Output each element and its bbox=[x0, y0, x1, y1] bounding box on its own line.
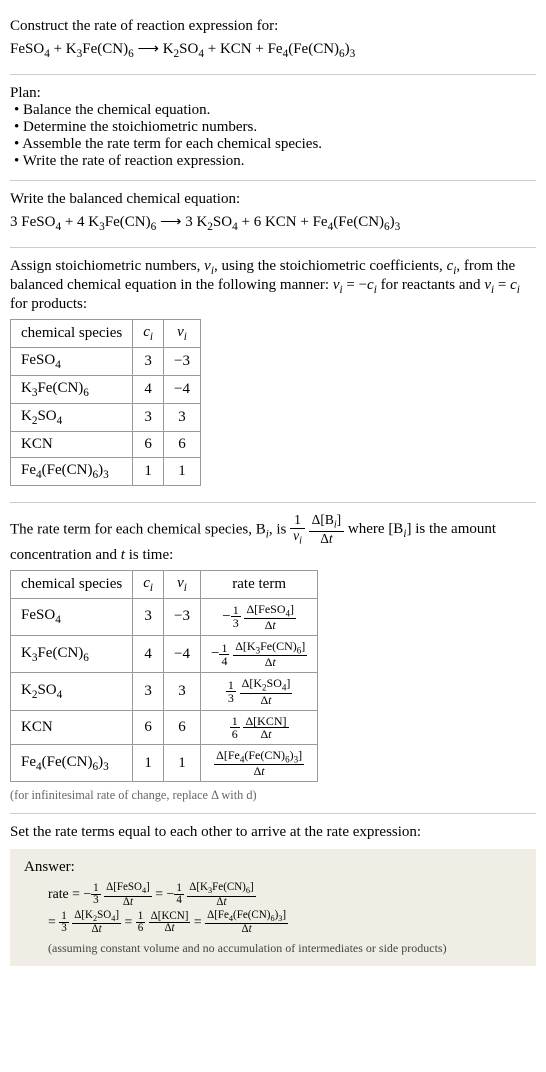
answer-inner: rate = −13 Δ[FeSO4]Δt = −14 Δ[K3Fe(CN)6]… bbox=[24, 882, 522, 956]
table-row: KCN66 bbox=[11, 432, 201, 458]
table-row: KCN6616 Δ[KCN]Δt bbox=[11, 710, 318, 744]
plan-item: Write the rate of reaction expression. bbox=[14, 153, 536, 170]
rateterm-intro: The rate term for each chemical species,… bbox=[10, 513, 536, 564]
table-row: K3Fe(CN)64−4 bbox=[11, 376, 201, 404]
stoich-section: Assign stoichiometric numbers, νi, using… bbox=[10, 248, 536, 503]
plan-item: Balance the chemical equation. bbox=[14, 102, 536, 119]
rateterm-section: The rate term for each chemical species,… bbox=[10, 503, 536, 814]
plan-title: Plan: bbox=[10, 85, 536, 102]
table-header: νi bbox=[164, 570, 201, 598]
table-header: νi bbox=[164, 320, 201, 348]
one-over-nu: 1νi bbox=[290, 513, 305, 547]
table-header: ci bbox=[133, 320, 164, 348]
plan-list: Balance the chemical equation.Determine … bbox=[10, 102, 536, 170]
unbalanced-equation: FeSO4 + K3Fe(CN)6 ⟶ K2SO4 + KCN + Fe4(Fe… bbox=[10, 39, 536, 60]
table-row: FeSO43−3 bbox=[11, 348, 201, 376]
plan-section: Plan: Balance the chemical equation.Dete… bbox=[10, 75, 536, 181]
balanced-section: Write the balanced chemical equation: 3 … bbox=[10, 181, 536, 248]
rateterm-table: chemical speciesciνirate term FeSO43−3−1… bbox=[10, 570, 318, 783]
table-header: rate term bbox=[200, 570, 317, 598]
table-row: K2SO433 bbox=[11, 404, 201, 432]
plan-item: Determine the stoichiometric numbers. bbox=[14, 119, 536, 136]
final-title: Set the rate terms equal to each other t… bbox=[10, 824, 536, 841]
balanced-title: Write the balanced chemical equation: bbox=[10, 191, 536, 208]
stoich-intro: Assign stoichiometric numbers, νi, using… bbox=[10, 258, 536, 313]
table-header: chemical species bbox=[11, 320, 133, 348]
final-section: Set the rate terms equal to each other t… bbox=[10, 814, 536, 966]
table-header: chemical species bbox=[11, 570, 133, 598]
prompt-text: Construct the rate of reaction expressio… bbox=[10, 18, 536, 35]
table-row: K3Fe(CN)64−4−14 Δ[K3Fe(CN)6]Δt bbox=[11, 636, 318, 673]
rate-line-2: = 13 Δ[K2SO4]Δt = 16 Δ[KCN]Δt = Δ[Fe4(Fe… bbox=[48, 910, 522, 936]
table-row: FeSO43−3−13 Δ[FeSO4]Δt bbox=[11, 598, 318, 635]
stoich-table: chemical speciesciνi FeSO43−3K3Fe(CN)64−… bbox=[10, 319, 201, 486]
header-section: Construct the rate of reaction expressio… bbox=[10, 8, 536, 75]
plan-item: Assemble the rate term for each chemical… bbox=[14, 136, 536, 153]
table-row: Fe4(Fe(CN)6)311 bbox=[11, 458, 201, 486]
table-header: ci bbox=[133, 570, 164, 598]
rateterm-note: (for infinitesimal rate of change, repla… bbox=[10, 788, 536, 803]
rate-line-1: rate = −13 Δ[FeSO4]Δt = −14 Δ[K3Fe(CN)6]… bbox=[48, 882, 522, 908]
assumption-note: (assuming constant volume and no accumul… bbox=[48, 941, 522, 956]
dbi-dt: Δ[Bi]Δt bbox=[309, 513, 345, 547]
table-row: K2SO43313 Δ[K2SO4]Δt bbox=[11, 673, 318, 710]
answer-label: Answer: bbox=[24, 859, 522, 876]
table-row: Fe4(Fe(CN)6)311Δ[Fe4(Fe(CN)6)3]Δt bbox=[11, 744, 318, 781]
balanced-equation: 3 FeSO4 + 4 K3Fe(CN)6 ⟶ 3 K2SO4 + 6 KCN … bbox=[10, 212, 536, 233]
answer-box: Answer: rate = −13 Δ[FeSO4]Δt = −14 Δ[K3… bbox=[10, 849, 536, 966]
